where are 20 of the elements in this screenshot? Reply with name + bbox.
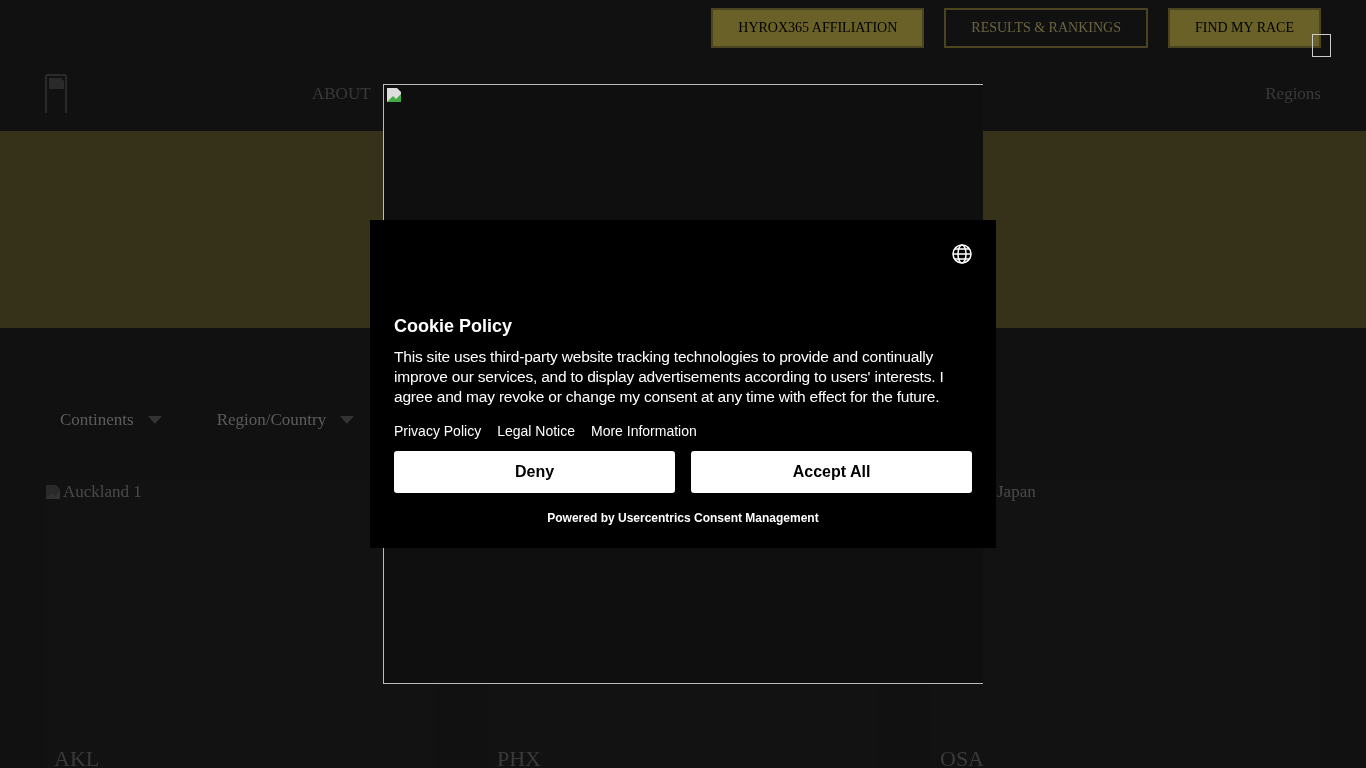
image-alt-text: Japan <box>997 482 1037 502</box>
nav-button[interactable]: FIND MY RACE <box>1167 8 1321 48</box>
language-globe-icon[interactable] <box>952 244 972 264</box>
cookie-text: This site uses third-party website tracking technologies to provide and continually improve our services, and to display advertisements according to users' interests. I agree and may revoke or change my consent at any time with effect for the future. <box>394 347 945 407</box>
filter-dropdown[interactable]: Continents <box>60 408 162 432</box>
policy-link[interactable]: Privacy Policy <box>394 423 482 439</box>
nav-button[interactable]: RESULTS & RANKINGS <box>944 8 1148 48</box>
broken-image-icon <box>45 484 61 500</box>
policy-link[interactable]: More Information <box>590 423 697 439</box>
broken-image-icon <box>386 87 402 103</box>
caret-icon <box>147 416 162 424</box>
cookie-title: Cookie Policy <box>394 316 514 337</box>
consent-button[interactable]: Deny <box>394 451 675 493</box>
square-icon[interactable] <box>1312 34 1331 57</box>
powered-by-text: Powered by Usercentrics Consent Management <box>547 511 819 525</box>
nav-button[interactable]: HYROX365 AFFILIATION <box>711 8 925 48</box>
filter-dropdown[interactable]: Region/Country <box>216 408 355 432</box>
policy-link[interactable]: Legal Notice <box>497 423 575 439</box>
consent-button[interactable]: Accept All <box>691 451 972 493</box>
caret-icon <box>340 416 355 424</box>
